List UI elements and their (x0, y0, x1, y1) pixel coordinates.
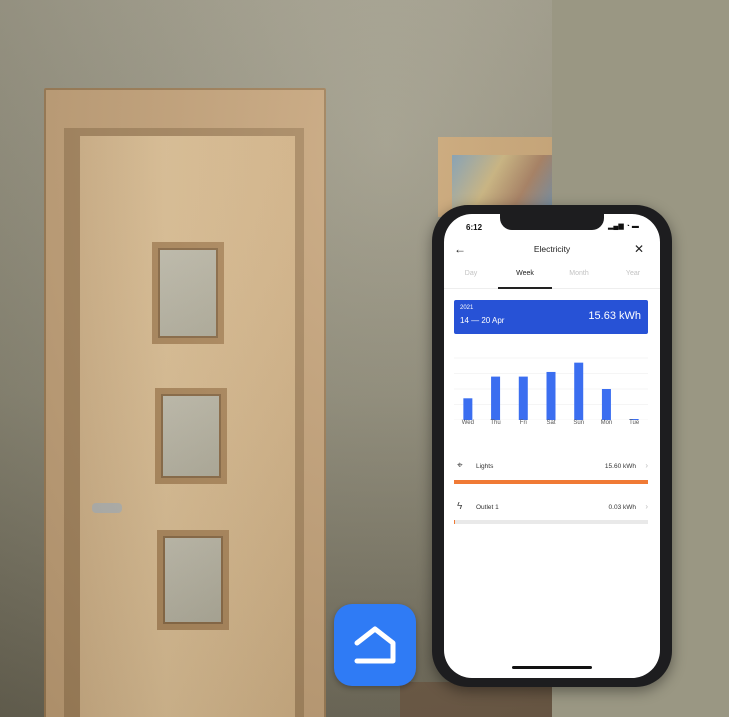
phone-notch (500, 214, 604, 230)
energy-summary-card: 2021 14 — 20 Apr 15.63 kWh (454, 300, 648, 334)
chart-tick-label: Wed (461, 420, 474, 426)
chart-bar-sat[interactable] (546, 371, 556, 420)
chart-bar-wed[interactable] (463, 398, 473, 420)
chevron-right-icon: › (645, 461, 648, 470)
tab-day[interactable]: Day (444, 270, 498, 277)
chart-bar-thu[interactable] (491, 376, 501, 420)
chart-tick-label: Sun (573, 420, 585, 426)
device-row-outlet[interactable]: ϟ Outlet 1 0.03 kWh › (454, 501, 648, 515)
chart-bar-fri[interactable] (518, 376, 528, 420)
page-title: Electricity (533, 244, 571, 254)
summary-total: 15.63 kWh (588, 310, 641, 322)
chart-tick-label: Mon (600, 420, 613, 426)
device-name: Lights (476, 463, 494, 470)
tab-month[interactable]: Month (552, 270, 606, 277)
lightbulb-icon: ⌖ (457, 460, 463, 471)
status-icons: ▂▄▆ ◔ ▬ (608, 223, 639, 230)
home-indicator (512, 666, 592, 669)
chart-bar-mon[interactable] (601, 389, 611, 420)
home-app-icon[interactable] (334, 604, 416, 686)
period-tabs: Day Week Month Year (444, 266, 660, 289)
chart-tick-label: Sat (546, 420, 556, 426)
chart-tick-label: Thu (490, 420, 501, 426)
phone-screen: 6:12 ▂▄▆ ◔ ▬ ← Electricity ✕ Day Week Mo… (444, 214, 660, 678)
tab-year[interactable]: Year (606, 270, 660, 277)
summary-year: 2021 (460, 305, 474, 311)
device-row-lights[interactable]: ⌖ Lights 15.60 kWh › (454, 460, 648, 474)
usage-bar-outlet (454, 520, 648, 524)
active-tab-underline (498, 287, 552, 289)
tab-week[interactable]: Week (498, 270, 552, 277)
device-name: Outlet 1 (476, 504, 499, 511)
close-icon[interactable]: ✕ (634, 242, 644, 256)
house-icon (354, 626, 396, 664)
chart-bar-sun[interactable] (574, 362, 584, 420)
usage-bar-lights (454, 480, 648, 484)
chevron-right-icon: › (645, 502, 648, 511)
chart-svg (454, 357, 648, 420)
status-time: 6:12 (466, 223, 483, 232)
screen-header: ← Electricity ✕ (444, 242, 660, 260)
summary-date-range: 14 — 20 Apr (460, 316, 505, 325)
device-value: 15.60 kWh (604, 463, 636, 470)
chart-tick-label: Tue (629, 420, 640, 426)
device-value: 0.03 kWh (608, 504, 636, 511)
usage-bar-fill (454, 480, 648, 484)
bolt-icon: ϟ (457, 501, 463, 512)
chart-tick-label: Fri (519, 420, 527, 426)
